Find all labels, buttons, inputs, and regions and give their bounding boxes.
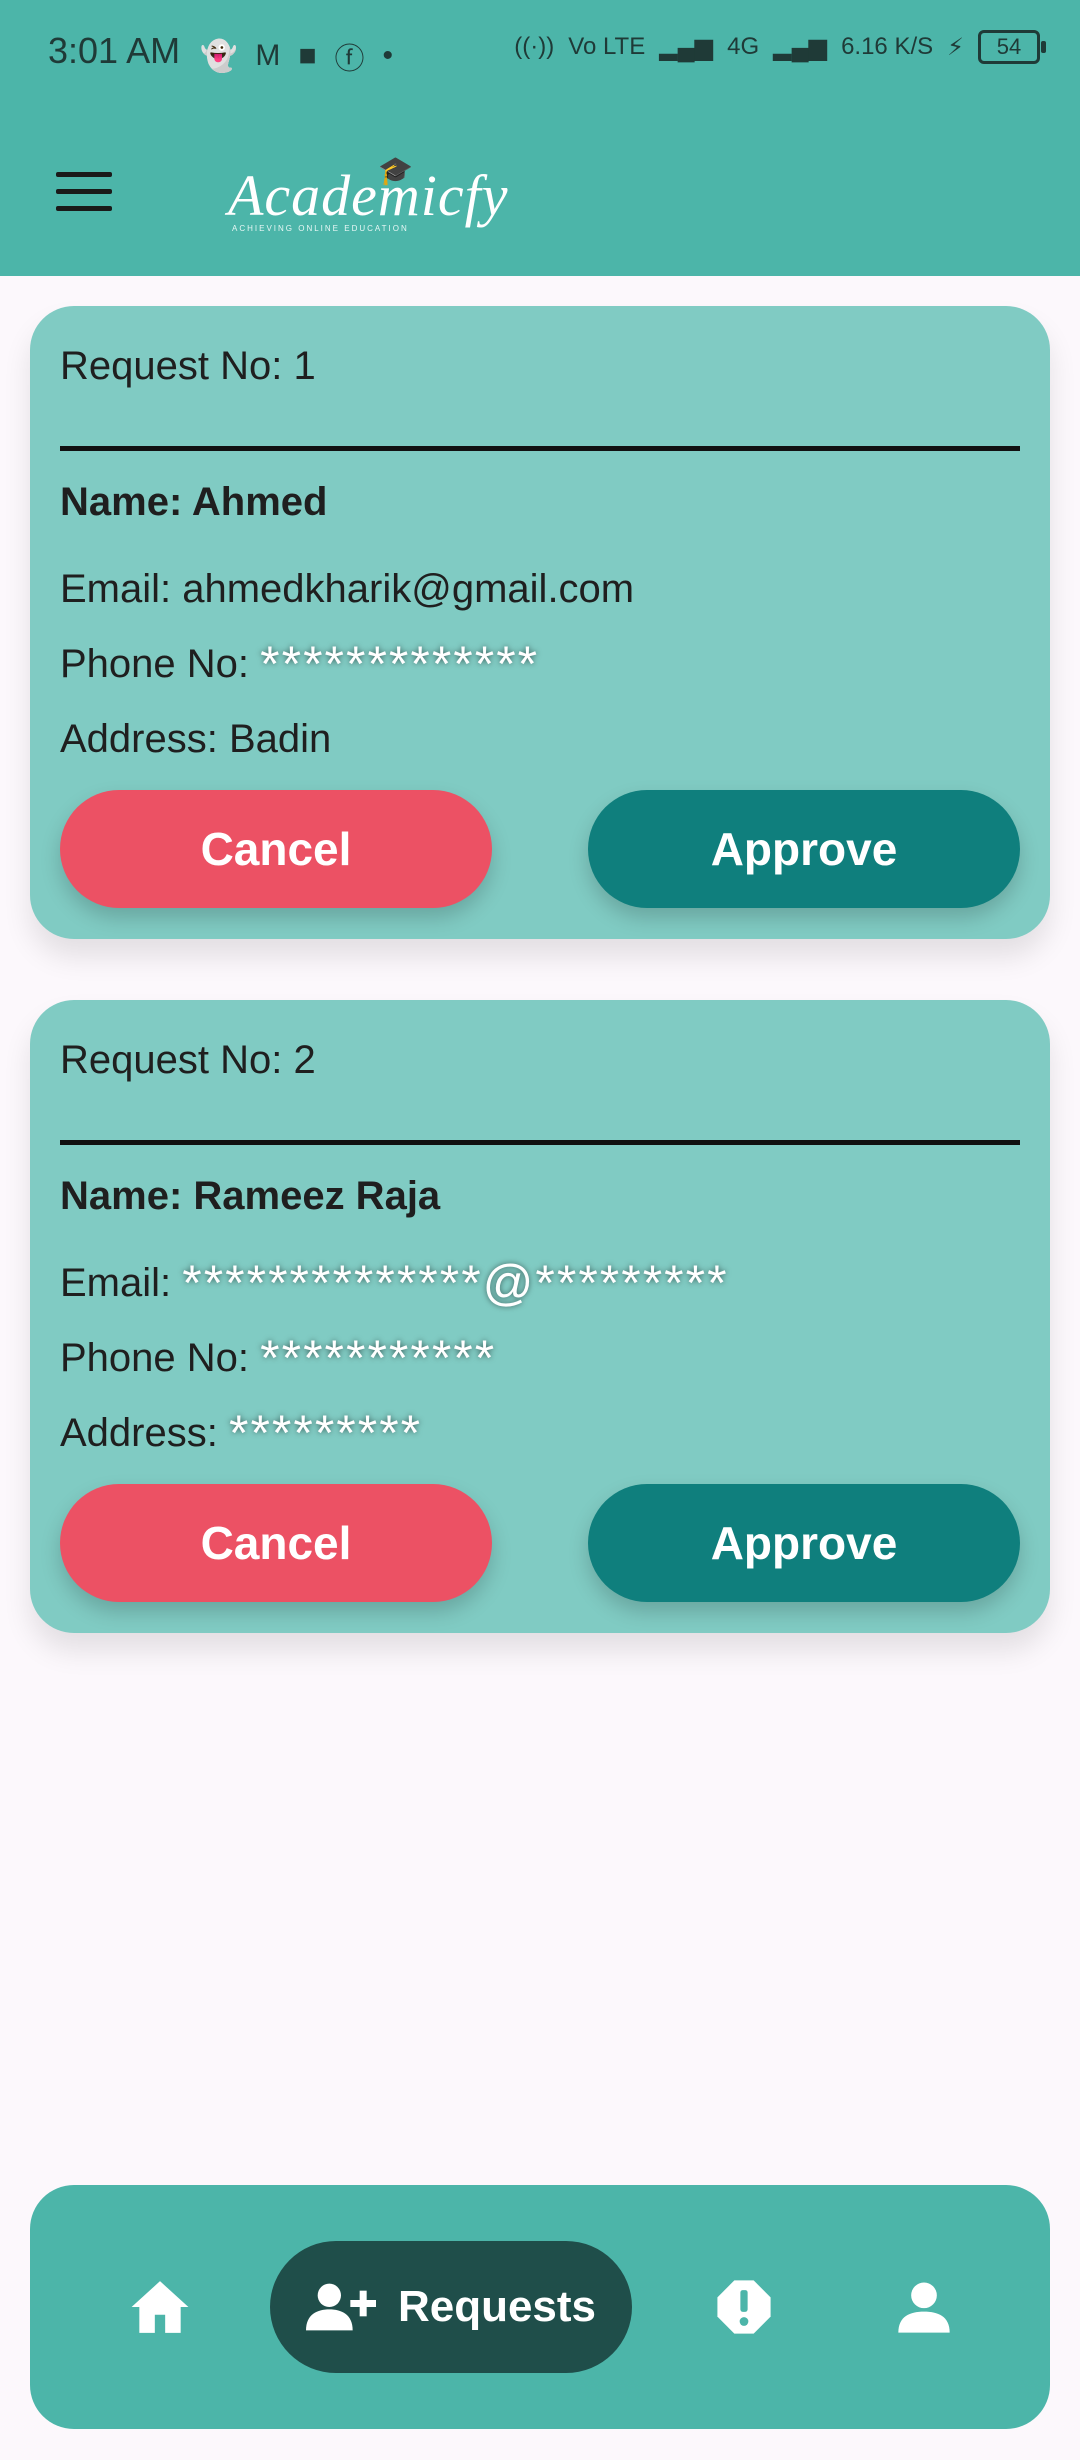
request-card: Request No: 1 Name: Ahmed Email: ahmedkh… (30, 306, 1050, 939)
logo-tagline: ACHIEVING ONLINE EDUCATION (232, 224, 409, 233)
request-email: Email: ahmedkharik@gmail.com (60, 567, 635, 611)
app-logo: 🎓 Academicfy ACHIEVING ONLINE EDUCATION (228, 155, 509, 233)
home-icon (131, 2281, 189, 2333)
charging-icon: ⚡ (947, 33, 964, 61)
request-number: Request No: 2 (60, 1038, 316, 1082)
bottom-nav: Requests (30, 2185, 1050, 2429)
status-time: 3:01 AM (48, 30, 181, 71)
battery-indicator: 54 (978, 30, 1046, 64)
divider (60, 1140, 1020, 1145)
snapchat-icon: 👻 (200, 39, 238, 73)
nav-requests-label: Requests (397, 2282, 597, 2331)
redacted-address: ********* (228, 1405, 423, 1461)
system-indicators: ((·)) Vo LTE ▂▄▆ 4G ▂▄▆ 6.16 K/S ⚡ 54 (514, 30, 1046, 64)
cancel-button[interactable]: Cancel (60, 1484, 492, 1602)
hotspot-icon: ((·)) (514, 33, 555, 60)
redacted-phone: *********** (260, 1330, 497, 1386)
add-person-icon (305, 2283, 376, 2331)
volte-label: Vo LTE (568, 33, 646, 60)
request-email: Email: **************@********* (60, 1255, 729, 1311)
app-bar: 🎓 Academicfy ACHIEVING ONLINE EDUCATION (0, 110, 1080, 276)
request-address: Address: ********* (60, 1405, 423, 1461)
nav-profile[interactable] (864, 2241, 984, 2373)
request-phone: Phone No: *********** (60, 1330, 497, 1386)
request-number: Request No: 1 (60, 344, 316, 388)
gmail-icon: M (255, 39, 281, 72)
notification-icons: 👻 M ■ ⓕ • (200, 34, 393, 78)
speed-indicator: 6.16 K/S (841, 33, 934, 60)
signal-icon: ▂▄▆ (659, 33, 714, 61)
dot-icon: • (382, 39, 393, 72)
request-address: Address: Badin (60, 717, 332, 761)
approve-button[interactable]: Approve (588, 1484, 1020, 1602)
status-bar: 3:01 AM 👻 M ■ ⓕ • ((·)) Vo LTE ▂▄▆ 4G ▂▄… (0, 0, 1080, 110)
graduation-cap-icon: 🎓 (378, 155, 413, 186)
facebook-icon: ⓕ (334, 43, 365, 76)
divider (60, 446, 1020, 451)
request-card: Request No: 2 Name: Rameez Raja Email: *… (30, 1000, 1050, 1633)
signal-icon-2: ▂▄▆ (773, 33, 828, 61)
request-name: Name: Ahmed (60, 480, 328, 524)
approve-button[interactable]: Approve (588, 790, 1020, 908)
alert-icon (717, 2280, 771, 2334)
cancel-button[interactable]: Cancel (60, 790, 492, 908)
request-name: Name: Rameez Raja (60, 1174, 441, 1218)
menu-icon[interactable] (56, 172, 112, 212)
logo-text: Academicfy (228, 163, 509, 228)
network-label: 4G (727, 33, 760, 60)
person-icon (898, 2282, 950, 2333)
app-icon: ■ (298, 39, 317, 72)
nav-alerts[interactable] (684, 2241, 804, 2373)
redacted-email: **************@********* (182, 1255, 729, 1311)
request-phone: Phone No: ************* (60, 636, 540, 692)
nav-requests[interactable]: Requests (270, 2241, 632, 2373)
nav-home[interactable] (100, 2241, 220, 2373)
redacted-phone: ************* (260, 636, 540, 692)
